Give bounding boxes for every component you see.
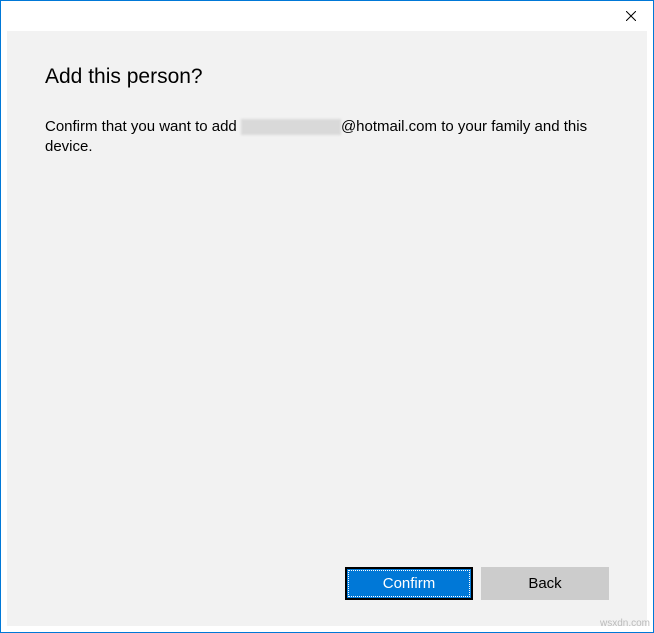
back-button[interactable]: Back xyxy=(481,567,609,600)
button-row: Confirm Back xyxy=(45,567,609,606)
close-button[interactable] xyxy=(608,1,653,31)
dialog-window: Add this person? Confirm that you want t… xyxy=(0,0,654,633)
confirm-button[interactable]: Confirm xyxy=(345,567,473,600)
body-prefix: Confirm that you want to add xyxy=(45,118,241,135)
spacer xyxy=(45,158,609,568)
redacted-email-user xyxy=(241,119,341,135)
dialog-heading: Add this person? xyxy=(45,65,609,89)
watermark: wsxdn.com xyxy=(600,618,650,629)
titlebar xyxy=(1,1,653,31)
close-icon xyxy=(626,11,636,21)
email-domain: @hotmail.com xyxy=(341,118,437,135)
dialog-content: Add this person? Confirm that you want t… xyxy=(7,31,647,626)
dialog-body: Confirm that you want to add @hotmail.co… xyxy=(45,117,609,158)
